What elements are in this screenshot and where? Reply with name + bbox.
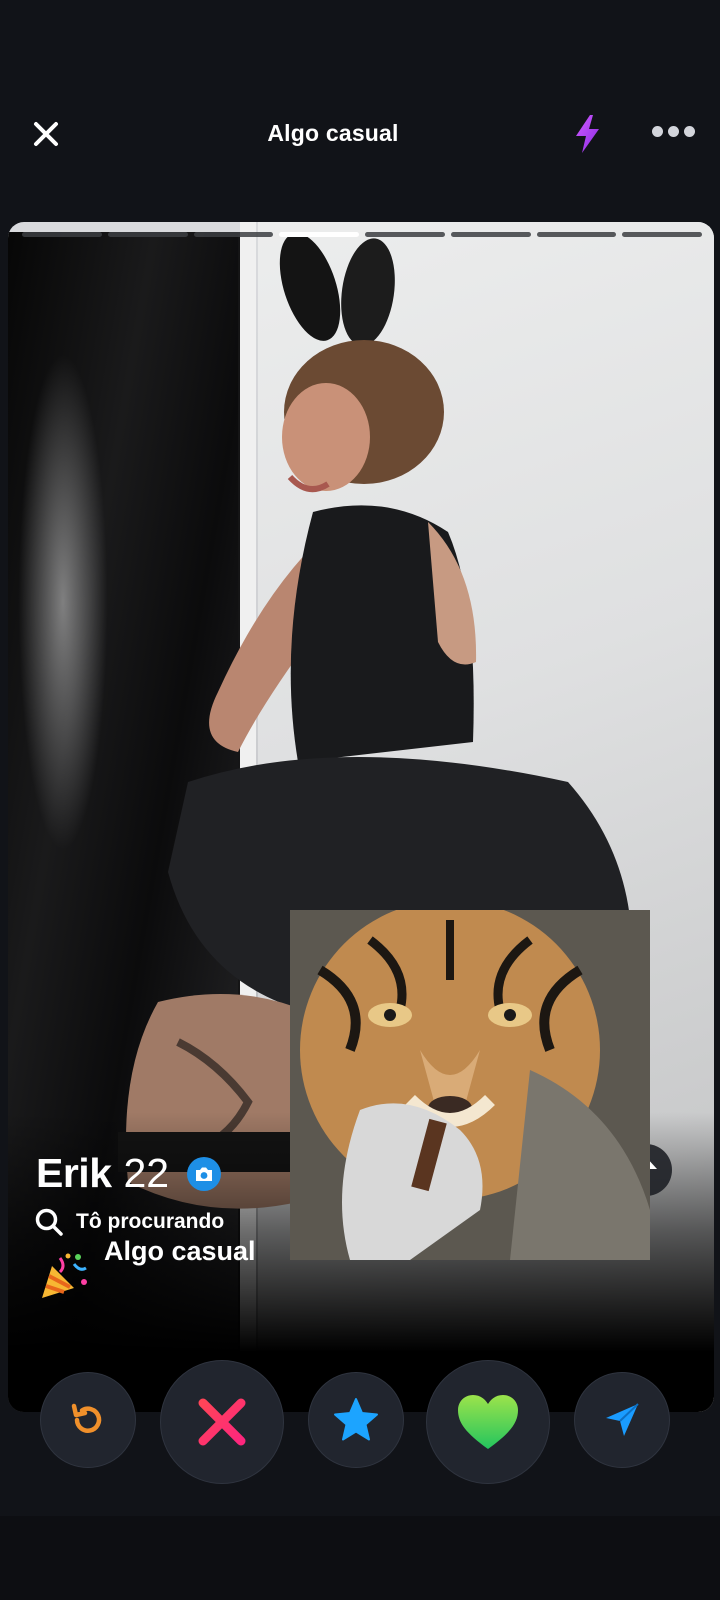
boost-button[interactable] xyxy=(570,114,604,154)
top-bar: Algo casual xyxy=(0,100,720,180)
like-button[interactable] xyxy=(426,1360,550,1484)
progress-segment xyxy=(22,232,102,237)
x-icon xyxy=(198,1398,246,1446)
page-title: Algo casual xyxy=(267,120,399,146)
looking-for-label: Tô procurando xyxy=(76,1210,225,1233)
boost-send-button[interactable] xyxy=(574,1372,670,1468)
looking-for-value: Algo casual xyxy=(104,1236,256,1266)
send-icon xyxy=(606,1403,639,1436)
progress-segment xyxy=(536,232,617,237)
search-icon xyxy=(35,1208,63,1236)
profile-age: 22 xyxy=(123,1150,170,1196)
progress-segment xyxy=(365,232,445,237)
rewind-icon xyxy=(71,1403,102,1433)
progress-segment xyxy=(450,232,531,237)
progress-segment xyxy=(107,232,188,237)
rewind-button[interactable] xyxy=(40,1372,136,1468)
star-icon xyxy=(334,1398,378,1441)
action-bar xyxy=(20,1340,700,1484)
progress-segment xyxy=(193,232,274,237)
more-options-button[interactable] xyxy=(652,126,698,140)
nope-button[interactable] xyxy=(160,1360,284,1484)
party-popper-icon xyxy=(42,1253,87,1298)
lightning-icon xyxy=(576,115,599,153)
heart-icon xyxy=(458,1395,518,1449)
camera-icon xyxy=(187,1156,222,1191)
profile-name-row: Erik 22 xyxy=(36,1150,222,1197)
progress-segment-active xyxy=(279,232,359,237)
overlay-image xyxy=(290,910,650,1260)
more-dots-icon xyxy=(652,126,663,137)
profile-name: Erik xyxy=(36,1150,112,1196)
progress-segment xyxy=(622,232,702,237)
super-like-button[interactable] xyxy=(308,1372,404,1468)
photo-progress-bar xyxy=(22,232,702,238)
looking-for-row: Tô procurando xyxy=(34,1207,224,1237)
tiger-image xyxy=(290,910,650,1260)
system-nav-bar xyxy=(0,1516,720,1600)
